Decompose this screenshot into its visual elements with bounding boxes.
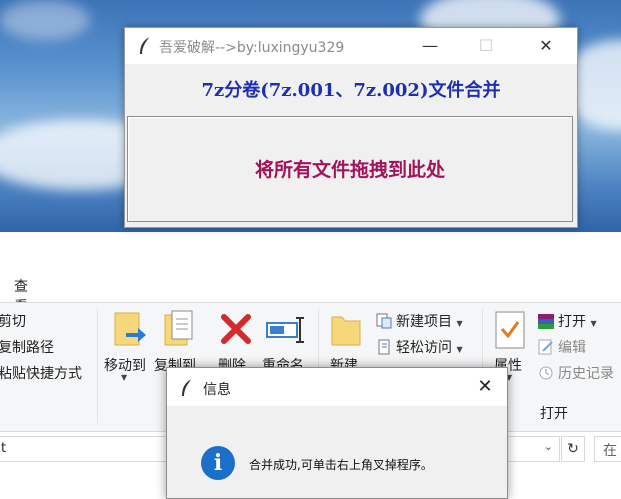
dialog-title: 信息: [203, 382, 231, 398]
easy-access-button[interactable]: 轻松访问 ▼: [376, 337, 463, 357]
edit-icon: [538, 339, 554, 355]
cut-label: 剪切: [0, 314, 26, 330]
history-icon: [538, 365, 554, 381]
copy-path-label: 复制路径: [0, 340, 54, 356]
dialog-title-bar[interactable]: 信息 ✕: [167, 368, 507, 406]
new-item-label: 新建项目: [396, 314, 452, 330]
history-label: 历史记录: [558, 366, 614, 382]
paste-shortcut-label: 粘贴快捷方式: [0, 366, 82, 382]
minimize-button[interactable]: —: [407, 28, 453, 64]
search-placeholder: 在: [603, 443, 617, 459]
refresh-button[interactable]: ↻: [561, 436, 585, 462]
minimize-icon: —: [422, 36, 438, 55]
open-label: 打开: [558, 314, 586, 330]
close-button[interactable]: ✕: [523, 28, 569, 64]
info-icon: i: [201, 446, 235, 480]
dialog-close-button[interactable]: ✕: [463, 368, 507, 406]
window-title: 吾爱破解-->by:luxingyu329: [159, 40, 345, 56]
maximize-button[interactable]: ☐: [463, 28, 509, 64]
ribbon-separator: [97, 309, 98, 423]
dialog-body: i 合并成功,可单击右上角叉掉程序。: [167, 406, 507, 498]
new-item-button[interactable]: 新建项目 ▼: [376, 311, 463, 331]
app-heading: 7z分卷(7z.001、7z.002)文件合并: [201, 80, 501, 101]
move-to-icon: [114, 312, 146, 346]
close-icon: ✕: [477, 376, 493, 397]
move-to-dropdown-caret[interactable]: ▼: [121, 373, 127, 382]
merge-tool-window: 吾爱破解-->by:luxingyu329 — ☐ ✕ 7z分卷(7z.001、…: [124, 27, 578, 228]
open-group-label: 打开: [540, 406, 568, 422]
maximize-icon: ☐: [478, 36, 494, 55]
edit-label: 编辑: [558, 340, 586, 356]
copy-path-button[interactable]: 复制路径: [0, 337, 54, 357]
easy-access-dropdown-caret: ▼: [456, 345, 463, 354]
winrar-icon: [538, 313, 554, 329]
move-to-button[interactable]: 移动到: [104, 355, 146, 375]
properties-icon: [495, 311, 525, 349]
rename-icon: [266, 317, 304, 343]
move-to-label: 移动到: [104, 358, 146, 374]
open-button[interactable]: 打开 ▼: [538, 311, 597, 331]
file-drop-zone[interactable]: 将所有文件拖拽到此处: [127, 116, 573, 222]
chevron-down-icon[interactable]: ⌄: [544, 440, 553, 453]
dialog-message: 合并成功,可单击右上角叉掉程序。: [249, 458, 433, 472]
cut-button[interactable]: 剪切: [0, 311, 26, 331]
delete-icon: [221, 314, 251, 344]
search-input[interactable]: 在: [594, 436, 621, 462]
new-item-dropdown-caret: ▼: [456, 319, 463, 328]
copy-to-icon: [164, 310, 193, 346]
title-bar[interactable]: 吾爱破解-->by:luxingyu329 — ☐ ✕: [125, 28, 577, 64]
paste-shortcut-button[interactable]: 粘贴快捷方式: [0, 363, 82, 383]
close-icon: ✕: [539, 36, 553, 55]
new-folder-icon: [331, 316, 361, 346]
refresh-icon: ↻: [567, 441, 579, 457]
easy-access-icon: [376, 339, 392, 355]
edit-button[interactable]: 编辑: [538, 337, 586, 357]
history-button[interactable]: 历史记录: [538, 363, 614, 383]
feather-icon: [182, 378, 193, 396]
new-item-icon: [376, 313, 392, 329]
easy-access-label: 轻松访问: [396, 340, 452, 356]
info-dialog: 信息 ✕ i 合并成功,可单击右上角叉掉程序。: [166, 367, 508, 499]
drop-zone-text: 将所有文件拖拽到此处: [254, 159, 445, 181]
address-text: t: [1, 441, 7, 456]
open-dropdown-caret: ▼: [590, 319, 597, 328]
feather-icon: [140, 36, 151, 54]
